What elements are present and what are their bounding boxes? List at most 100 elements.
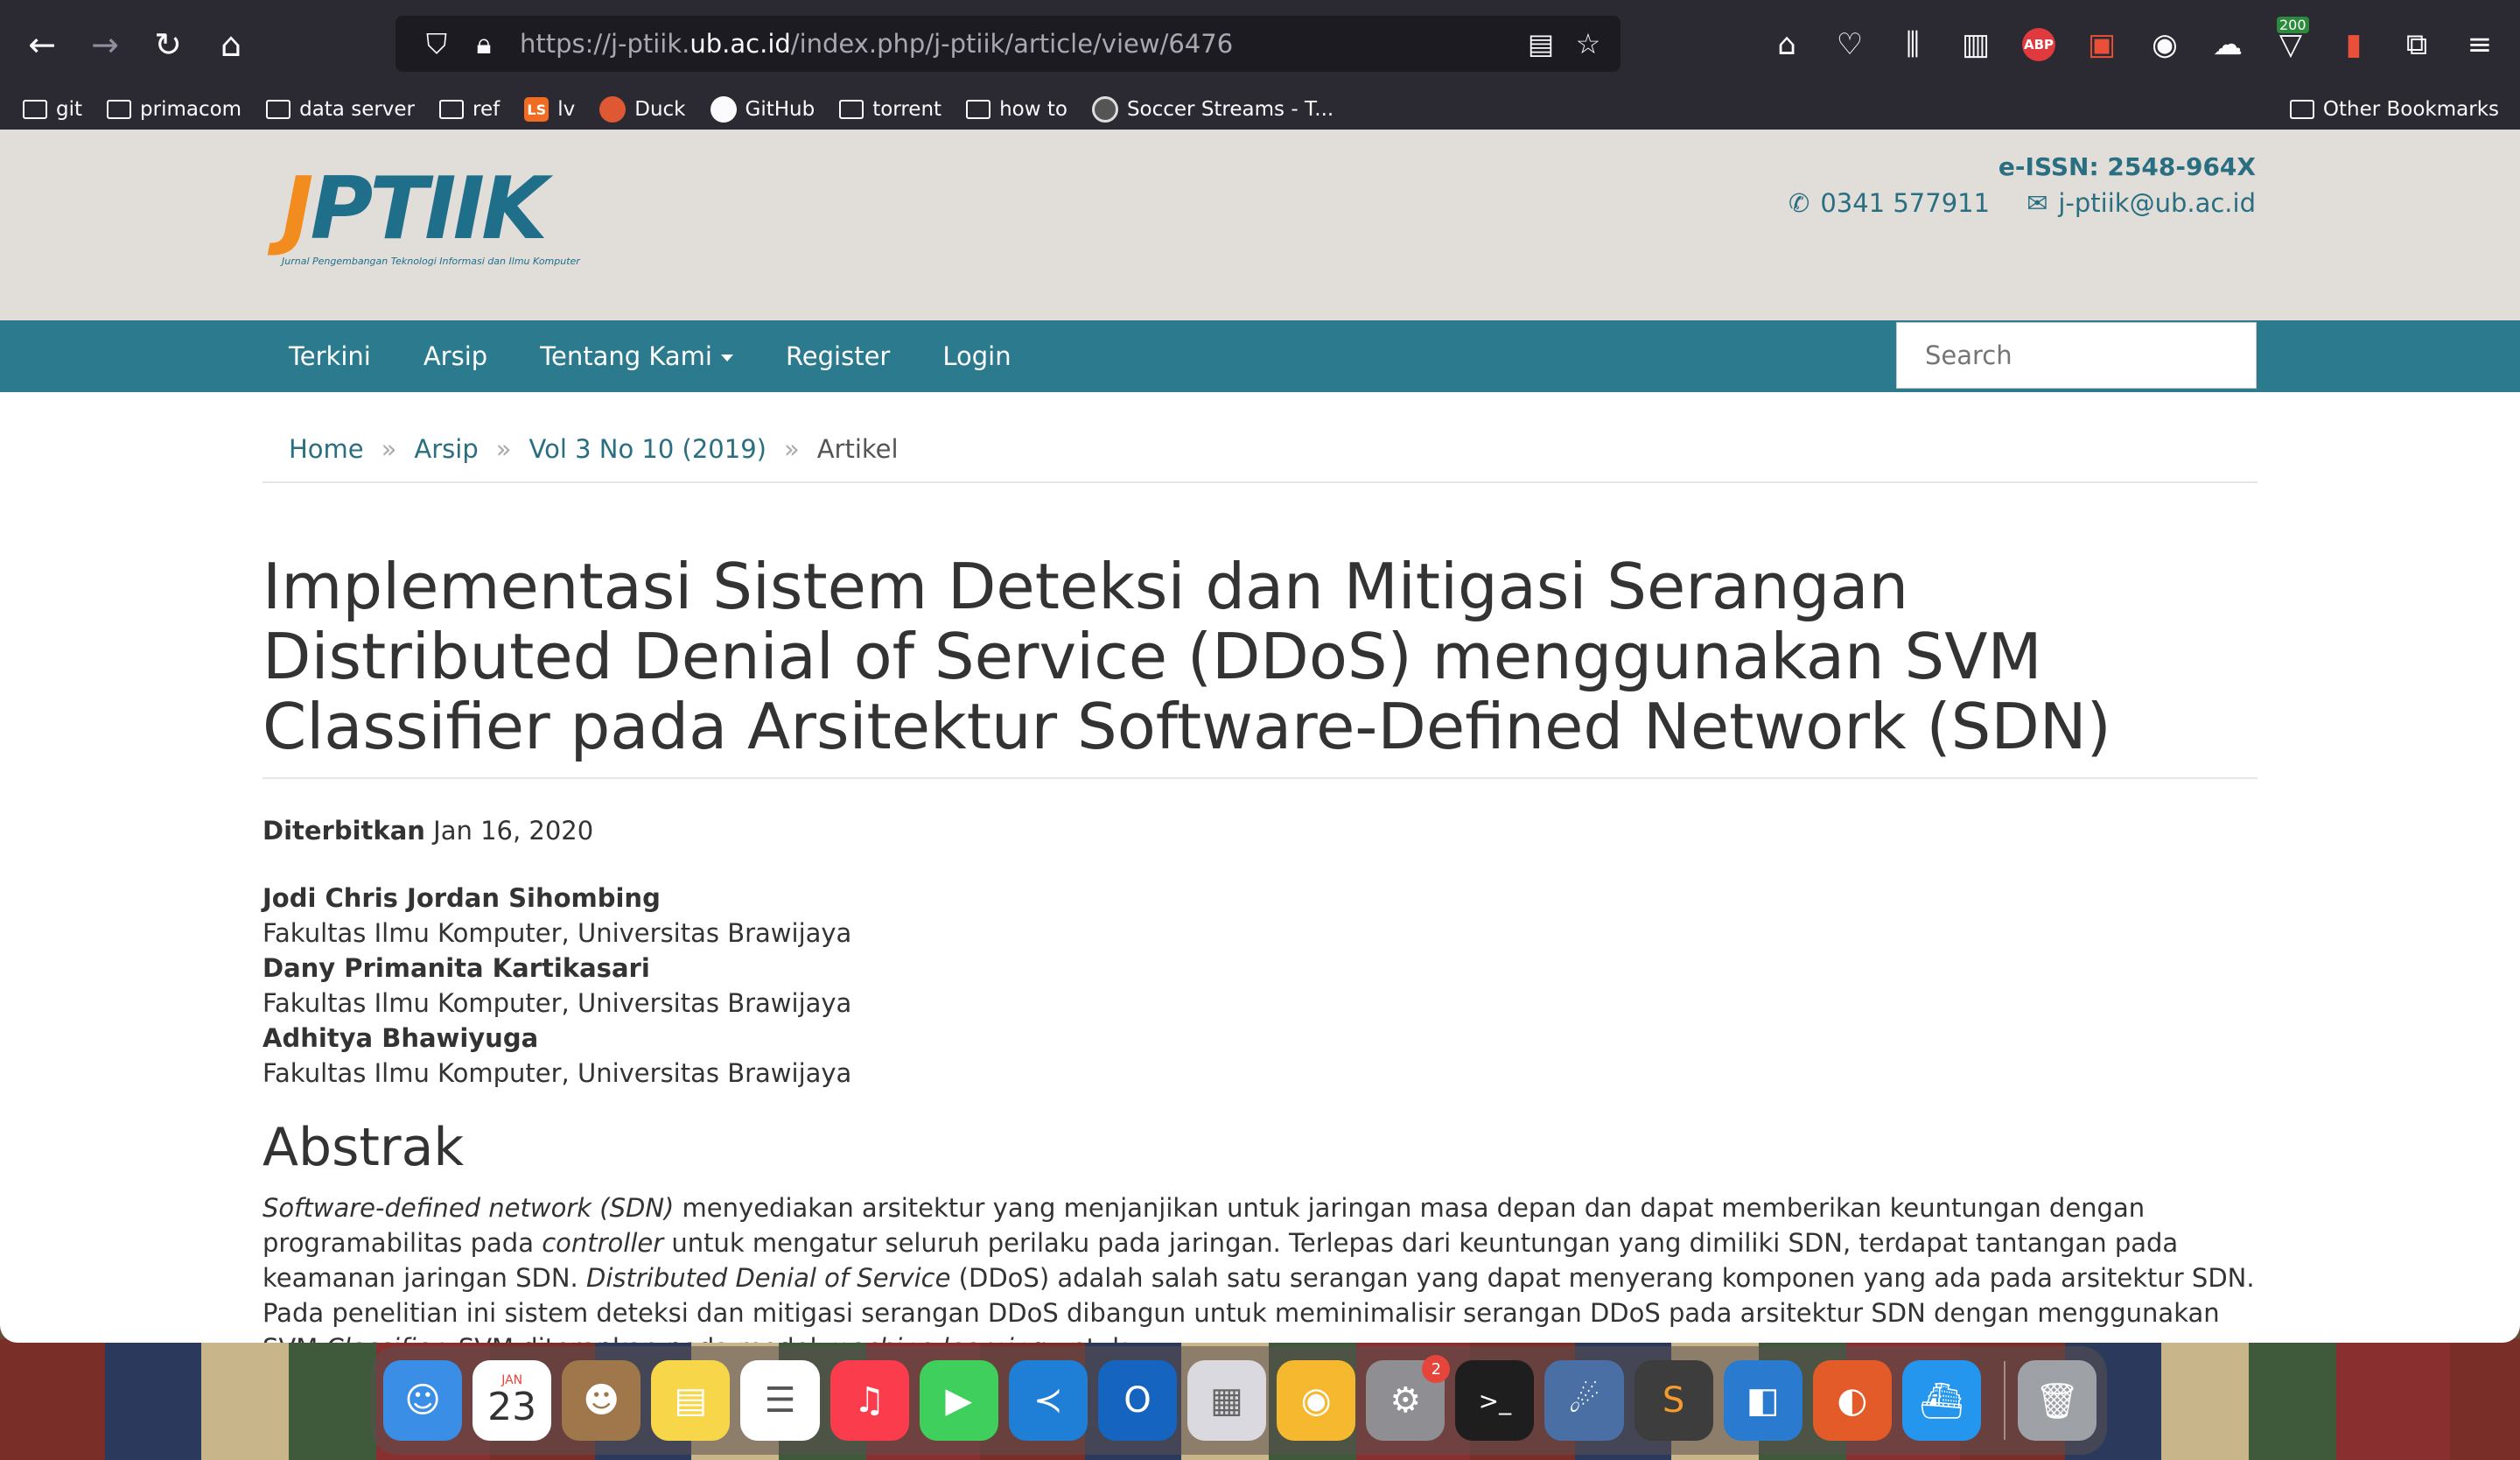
abstract-text: Software-defined network (SDN) menyediak… — [262, 1193, 2255, 1343]
folder-icon — [2289, 100, 2314, 119]
reader-view-icon[interactable]: ▤ — [1517, 20, 1564, 67]
menu-icon[interactable]: ≡ — [2448, 13, 2511, 76]
author-name: Dany Primanita Kartikasari — [262, 953, 650, 983]
bookmark-duck[interactable]: Duck — [599, 96, 686, 123]
notification-badge: 2 — [1422, 1355, 1451, 1383]
music-icon[interactable]: ♫ — [830, 1360, 909, 1441]
folder-icon — [107, 100, 132, 119]
terminal-icon[interactable]: >_ — [1455, 1360, 1535, 1441]
bookmark-ref[interactable]: ref — [439, 98, 500, 121]
nav-terkini[interactable]: Terkini — [289, 341, 371, 371]
notes-icon[interactable]: ▤ — [651, 1360, 731, 1441]
nav-login[interactable]: Login — [942, 341, 1011, 371]
main-content: Home » Arsip » Vol 3 No 10 (2019) » Arti… — [262, 392, 2258, 1343]
caret-down-icon — [720, 354, 733, 361]
pocket-icon[interactable]: ♡ — [1818, 13, 1881, 76]
github-icon — [710, 96, 737, 123]
contact-info: e-ISSN: 2548-964X ✆ 0341 577911 ✉ j-ptiik@… — [1788, 152, 2256, 218]
back-icon[interactable]: ← — [10, 13, 74, 76]
nav-register[interactable]: Register — [786, 341, 890, 371]
nav-tentang-kami[interactable]: Tentang Kami — [540, 341, 733, 371]
bookmarks-bar: git primacom data server ref LS lv Duck G… — [0, 89, 2520, 130]
bookmark-star-icon[interactable]: ☆ — [1564, 20, 1612, 67]
bookmark-soccer-streams[interactable]: Soccer Streams - T... — [1091, 96, 1334, 123]
published-date: Diterbitkan Jan 16, 2020 — [262, 816, 594, 846]
browser-window: ← → ↻ ⌂ ⛉ 🔒︎ https://j-ptiik.ub.ac.id/in… — [0, 0, 2520, 1343]
author-name: Jodi Chris Jordan Sihombing — [262, 883, 661, 913]
vue-devtools-icon[interactable]: ▽ 200 — [2259, 13, 2322, 76]
author-name: Adhitya Bhawiyuga — [262, 1023, 539, 1053]
stats-extension-icon[interactable]: ▮ — [2322, 13, 2385, 76]
bookmark-torrent[interactable]: torrent — [839, 98, 942, 121]
main-nav: Terkini Arsip Tentang Kami Register Logi… — [0, 320, 2520, 392]
reload-icon[interactable]: ↻ — [136, 13, 200, 76]
nav-arsip[interactable]: Arsip — [424, 341, 487, 371]
launchpad-icon[interactable]: ▦ — [1186, 1360, 1267, 1441]
issn-label: e-ISSN: 2548-964X — [1998, 152, 2256, 181]
breadcrumb-current: Artikel — [816, 434, 899, 464]
gimp-icon[interactable]: ☄ — [1544, 1360, 1624, 1441]
sublime-text-icon[interactable]: S — [1634, 1360, 1713, 1441]
bookmark-how-to[interactable]: how to — [966, 98, 1068, 121]
shield-icon[interactable]: ⛉ — [413, 20, 460, 67]
bookmark-lv[interactable]: LS lv — [524, 97, 575, 122]
authors-list: Jodi Chris Jordan Sihombing Fakultas Ilm… — [262, 881, 2258, 1091]
docker-icon[interactable]: ⛴ — [1901, 1360, 1981, 1441]
library-icon[interactable]: ⫼ — [1881, 13, 1944, 76]
breadcrumb-home[interactable]: Home — [289, 434, 364, 464]
bookmark-git[interactable]: git — [23, 98, 82, 121]
cloud-extension-icon[interactable]: ☁ — [2196, 13, 2259, 76]
forward-icon[interactable]: → — [74, 13, 136, 76]
folder-icon — [439, 100, 465, 119]
lock-icon[interactable]: 🔒︎ — [460, 20, 508, 67]
screen-extension-icon[interactable]: ▣ — [2070, 13, 2133, 76]
phone-contact: ✆ 0341 577911 — [1788, 188, 1991, 218]
url-text[interactable]: https://j-ptiik.ub.ac.id/index.php/j-pti… — [520, 29, 1233, 59]
vscode-icon[interactable]: ≺ — [1008, 1360, 1088, 1441]
firefox-icon[interactable]: ◐ — [1812, 1360, 1892, 1441]
other-bookmarks[interactable]: Other Bookmarks — [2289, 89, 2499, 130]
outlook-icon[interactable]: O — [1097, 1360, 1177, 1441]
bookmark-primacom[interactable]: primacom — [107, 98, 242, 121]
breadcrumb: Home » Arsip » Vol 3 No 10 (2019) » Arti… — [262, 392, 2258, 483]
soccer-ball-icon — [1091, 96, 1118, 123]
contacts-icon[interactable]: ☻ — [562, 1360, 641, 1441]
breadcrumb-arsip[interactable]: Arsip — [414, 434, 478, 464]
facetime-icon[interactable]: ▶ — [919, 1360, 998, 1441]
folder-icon — [839, 100, 864, 119]
lv-icon: LS — [524, 97, 550, 122]
url-bar[interactable]: ⛉ 🔒︎ https://j-ptiik.ub.ac.id/index.php/… — [396, 16, 1620, 72]
bookmark-github[interactable]: GitHub — [710, 96, 815, 123]
email-contact[interactable]: ✉ j-ptiik@ub.ac.id — [2026, 188, 2256, 218]
envelope-icon: ✉ — [2026, 188, 2048, 218]
dock-separator — [2003, 1361, 2006, 1440]
home-icon[interactable]: ⌂ — [200, 13, 262, 76]
sidebar-icon[interactable]: ▥ — [1944, 13, 2007, 76]
finder-icon[interactable]: ☺ — [383, 1360, 463, 1441]
journal-logo[interactable]: JPTIIK Jurnal Pengembangan Teknologi Inf… — [282, 166, 580, 267]
extensions-puzzle-icon[interactable]: ⧉ — [2385, 13, 2448, 76]
reminders-icon[interactable]: ☰ — [740, 1360, 820, 1441]
site-header: JPTIIK Jurnal Pengembangan Teknologi Inf… — [0, 130, 2520, 320]
author-affiliation: Fakultas Ilmu Komputer, Universitas Braw… — [262, 1058, 852, 1088]
phone-icon: ✆ — [1788, 188, 1810, 218]
system-settings-icon[interactable]: ⚙ 2 — [1366, 1355, 1451, 1441]
tampermonkey-icon[interactable]: ◉ — [2133, 13, 2196, 76]
vmware-icon[interactable]: ◧ — [1723, 1360, 1802, 1441]
bookmark-data-server[interactable]: data server — [266, 98, 415, 121]
calendar-icon[interactable]: JAN 23 — [472, 1360, 552, 1441]
abstract-heading: Abstrak — [262, 1117, 465, 1178]
podcast-icon[interactable]: ◉ — [1277, 1360, 1356, 1441]
breadcrumb-issue[interactable]: Vol 3 No 10 (2019) — [528, 434, 766, 464]
article-title: Implementasi Sistem Deteksi dan Mitigasi… — [262, 551, 2258, 779]
folder-icon — [966, 100, 991, 119]
save-icon[interactable]: ⌂ — [1755, 13, 1818, 76]
folder-icon — [23, 100, 47, 119]
search-input[interactable] — [1896, 322, 2257, 389]
duckduckgo-icon — [599, 96, 626, 123]
adblock-icon[interactable]: ABP — [2007, 13, 2070, 76]
trash-icon[interactable]: 🗑︎ — [2017, 1360, 2097, 1441]
author-affiliation: Fakultas Ilmu Komputer, Universitas Braw… — [262, 988, 852, 1018]
macos-dock: ☺ JAN 23 ☻ ▤ ☰ ♫ ▶ ≺ O ▦ ◉ ⚙ 2 >_ ☄ S ◧ ◐… — [371, 1346, 2107, 1455]
author-affiliation: Fakultas Ilmu Komputer, Universitas Braw… — [262, 918, 852, 948]
